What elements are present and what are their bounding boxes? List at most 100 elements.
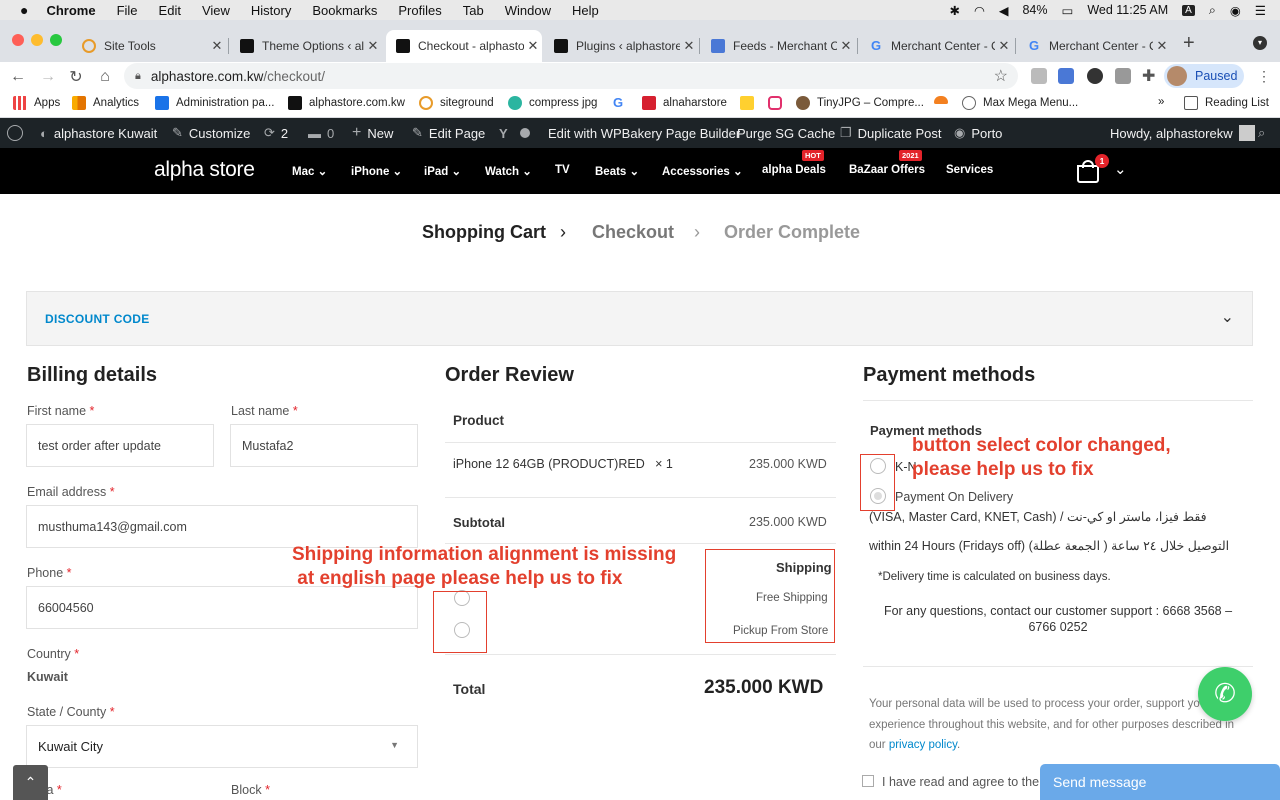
tab-site-tools[interactable]: Site Tools ✕	[72, 30, 226, 62]
extension-tag-icon[interactable]	[1058, 68, 1074, 84]
extension-copy-icon[interactable]	[1115, 68, 1131, 84]
wp-duplicate-post[interactable]: ❐ Duplicate Post	[840, 118, 941, 148]
first-name-field[interactable]: test order after update	[26, 424, 214, 467]
send-message-button[interactable]: Send message	[1040, 764, 1280, 800]
extension-eyedropper-icon[interactable]	[1031, 68, 1047, 84]
bookmark-tinyjpg[interactable]: TinyJPG – Compre...	[796, 96, 924, 110]
address-bar[interactable]: 🔒︎ alphastore.com.kw/checkout/ ☆	[124, 63, 1018, 89]
bookmark-max-mega-menu[interactable]: Max Mega Menu...	[962, 96, 1078, 110]
wp-search[interactable]: ⌕	[1258, 118, 1271, 148]
extensions-puzzle-icon[interactable]: ✚	[1142, 66, 1155, 86]
close-tab-icon[interactable]: ✕	[995, 38, 1013, 54]
bookmark-instagram[interactable]	[768, 96, 789, 110]
nav-services[interactable]: Services	[946, 164, 993, 176]
wp-porto[interactable]: ◉ Porto	[954, 118, 1002, 148]
close-window-icon[interactable]	[12, 34, 24, 46]
nav-ipad[interactable]: iPad ⌄	[424, 164, 461, 178]
bookmark-siteground[interactable]: siteground	[419, 96, 494, 110]
tab-checkout[interactable]: Checkout - alphasto ✕	[386, 30, 542, 62]
bookmark-google[interactable]: G	[613, 96, 634, 110]
whatsapp-button[interactable]: ✆	[1198, 667, 1252, 721]
battery-percent[interactable]: 84%	[1022, 3, 1047, 17]
close-tab-icon[interactable]: ✕	[837, 38, 855, 54]
menu-help[interactable]: Help	[572, 3, 599, 18]
bookmark-analytics[interactable]: Analytics	[72, 96, 139, 110]
tab-theme-options[interactable]: Theme Options ‹ alp ✕	[230, 30, 382, 62]
menu-view[interactable]: View	[202, 3, 230, 18]
close-tab-icon[interactable]: ✕	[680, 38, 698, 54]
tab-search-icon[interactable]: ▾	[1253, 36, 1267, 50]
last-name-field[interactable]: Mustafa2	[230, 424, 418, 467]
nav-bazaar-offers[interactable]: 2021 BaZaar Offers	[849, 150, 925, 176]
reading-list[interactable]: Reading List	[1184, 96, 1269, 110]
bookmark-alphastore[interactable]: alphastore.com.kw	[288, 96, 405, 110]
menu-window[interactable]: Window	[505, 3, 551, 18]
wp-purge-cache[interactable]: Purge SG Cache	[737, 118, 835, 148]
tab-plugins[interactable]: Plugins ‹ alphastore ✕	[544, 30, 698, 62]
state-select[interactable]: Kuwait City ▼	[26, 725, 418, 768]
terms-checkbox[interactable]	[862, 775, 874, 787]
menu-file[interactable]: File	[117, 3, 138, 18]
step-shopping-cart[interactable]: Shopping Cart	[422, 222, 546, 243]
privacy-policy-link[interactable]: privacy policy	[889, 739, 957, 751]
close-tab-icon[interactable]: ✕	[208, 38, 226, 54]
step-checkout[interactable]: Checkout	[592, 222, 674, 243]
bookmark-apps[interactable]: Apps	[13, 96, 60, 110]
menu-edit[interactable]: Edit	[159, 3, 181, 18]
volume-icon[interactable]: ◀	[999, 3, 1009, 18]
wp-logo[interactable]	[7, 118, 29, 148]
nav-beats[interactable]: Beats ⌄	[595, 164, 639, 178]
bookmark-cloudflare[interactable]	[934, 96, 955, 104]
bookmark-administration[interactable]: Administration pa...	[155, 96, 274, 110]
close-tab-icon[interactable]: ✕	[1153, 38, 1171, 54]
bookmarks-overflow[interactable]: »	[1158, 96, 1164, 108]
extension-k-icon[interactable]	[1087, 68, 1103, 84]
wp-comments[interactable]: ▬ 0	[308, 118, 334, 148]
nav-watch[interactable]: Watch ⌄	[485, 164, 532, 178]
menu-chrome[interactable]: Chrome	[46, 3, 95, 18]
wifi-icon[interactable]: ◠	[974, 3, 985, 18]
bookmark-compress-jpg[interactable]: compress jpg	[508, 96, 597, 110]
tab-merchant-center-2[interactable]: G Merchant Center - C ✕	[1017, 30, 1171, 62]
spotlight-search-icon[interactable]: ⌕	[1209, 3, 1216, 18]
close-tab-icon[interactable]: ✕	[524, 38, 542, 54]
scroll-to-top-button[interactable]: ⌃	[13, 765, 48, 800]
wp-yoast[interactable]: Y	[499, 118, 536, 148]
tab-feeds-merchant[interactable]: Feeds - Merchant C ✕	[701, 30, 855, 62]
cart-chevron-down-icon[interactable]: ⌄	[1114, 160, 1127, 178]
control-center-icon[interactable]: ☰	[1255, 3, 1266, 18]
nav-accessories[interactable]: Accessories ⌄	[662, 164, 743, 178]
new-tab-icon[interactable]: +	[1183, 32, 1195, 55]
home-icon[interactable]: ⌂	[95, 62, 115, 92]
menu-tab[interactable]: Tab	[463, 3, 484, 18]
cart-button[interactable]: 1	[1077, 154, 1109, 183]
bluetooth-icon[interactable]: ✱	[949, 3, 959, 18]
wp-howdy[interactable]: Howdy, alphastorekw	[1110, 118, 1255, 148]
tab-merchant-center-1[interactable]: G Merchant Center - C ✕	[859, 30, 1013, 62]
wp-wpbakery[interactable]: Edit with WPBakery Page Builder	[548, 118, 740, 148]
lock-icon[interactable]: 🔒︎	[135, 70, 141, 83]
discount-code-toggle[interactable]: DISCOUNT CODE ⌄	[26, 291, 1253, 346]
minimize-window-icon[interactable]	[31, 34, 43, 46]
more-menu-icon[interactable]: ⋮	[1257, 68, 1271, 85]
nav-tv[interactable]: TV	[555, 164, 570, 176]
clock[interactable]: Wed 11:25 AM	[1087, 3, 1168, 17]
input-source-icon[interactable]: A	[1182, 4, 1195, 16]
bookmark-star-icon[interactable]: ☆	[994, 66, 1008, 86]
profile-paused-button[interactable]: Paused	[1164, 64, 1244, 88]
menu-profiles[interactable]: Profiles	[398, 3, 441, 18]
zoom-window-icon[interactable]	[50, 34, 62, 46]
wp-updates[interactable]: ⟳ 2	[264, 118, 288, 148]
reload-icon[interactable]: ↻	[66, 62, 86, 92]
wp-site-name[interactable]: ◐ alphastore Kuwait	[40, 118, 157, 148]
menu-history[interactable]: History	[251, 3, 291, 18]
nav-alpha-deals[interactable]: HOT alpha Deals	[762, 150, 826, 176]
nav-mac[interactable]: Mac ⌄	[292, 164, 327, 178]
site-logo[interactable]: alpha store	[154, 158, 255, 182]
email-field[interactable]: musthuma143@gmail.com	[26, 505, 418, 548]
nav-iphone[interactable]: iPhone ⌄	[351, 164, 402, 178]
bookmark-alnaharstore[interactable]: alnaharstore	[642, 96, 727, 110]
close-tab-icon[interactable]: ✕	[364, 38, 382, 54]
battery-icon[interactable]: ▭	[1062, 3, 1074, 18]
apple-logo-icon[interactable]: ●	[20, 2, 28, 18]
